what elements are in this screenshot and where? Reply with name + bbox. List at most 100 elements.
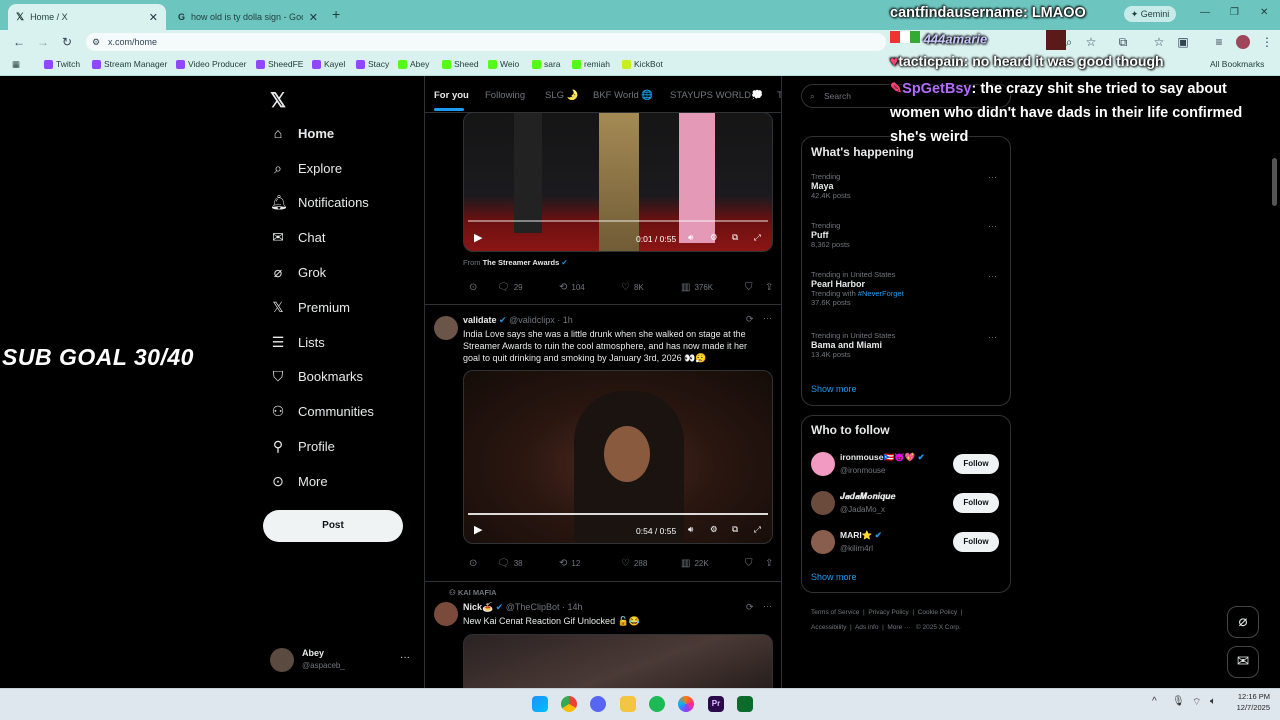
fullscreen-icon[interactable]: ⤢ — [754, 232, 761, 243]
speaker-icon[interactable]: 🔈︎ — [1210, 696, 1216, 707]
wifi-icon[interactable]: ⌔ — [1192, 696, 1201, 709]
pip-icon[interactable]: ⧉ — [732, 524, 738, 535]
minimize-icon[interactable]: — — [1200, 7, 1210, 18]
show-more-link[interactable]: Show more — [811, 384, 857, 394]
grok-action-icon[interactable]: ⊙ — [469, 282, 477, 293]
reply-count[interactable]: 🗨︎ 38 — [497, 558, 523, 569]
video-player[interactable]: ▶ 0:01 / 0:55 🔊︎ ⚙ ⧉ ⤢ — [463, 112, 773, 252]
settings-icon[interactable]: ⚙ — [710, 232, 718, 243]
share-icon[interactable]: ⇪ — [765, 558, 773, 569]
folder-icon[interactable] — [620, 696, 636, 712]
avatar[interactable] — [434, 316, 458, 340]
site-info-icon[interactable]: ⚙ — [92, 33, 100, 51]
tab-home-x[interactable]: 𝕏 Home / X ✕ — [8, 4, 166, 30]
follow-name[interactable]: ironmouse🇵🇷😈💖 ✔ — [840, 452, 925, 463]
profile-avatar[interactable] — [1236, 35, 1250, 49]
trend-item[interactable]: Trending Maya 42.4K posts — [811, 172, 851, 200]
trend-item[interactable]: Trending Puff 8,362 posts — [811, 221, 850, 249]
spotify-icon[interactable] — [649, 696, 665, 712]
nav-lists[interactable]: ☰ Lists — [270, 334, 325, 351]
like-count[interactable]: ♡ 288 — [621, 558, 647, 569]
tab-bkf-world[interactable]: BKF World 🌐 — [593, 90, 653, 101]
mic-icon[interactable]: 🎙︎ — [1172, 696, 1185, 707]
copilot-icon[interactable] — [678, 696, 694, 712]
play-icon[interactable]: ▶ — [474, 523, 482, 536]
gemini-button[interactable]: ✦ Gemini — [1124, 6, 1176, 22]
volume-icon[interactable]: 🔊︎ — [688, 232, 693, 243]
close-window-icon[interactable]: ✕ — [1260, 7, 1268, 18]
nav-more[interactable]: ⊙ More — [270, 473, 328, 490]
bookmark-item[interactable]: KickBot — [622, 59, 663, 69]
post-time[interactable]: · 1h — [557, 315, 573, 325]
messages-float-icon[interactable]: ✉ — [1227, 646, 1259, 678]
settings-icon[interactable]: ⚙ — [710, 524, 718, 535]
account-menu-icon[interactable]: ··· — [400, 652, 410, 663]
pip-icon[interactable]: ⧉ — [732, 232, 738, 243]
post-menu-icon[interactable]: ··· — [763, 601, 772, 611]
footer-link[interactable]: More ··· — [887, 624, 910, 631]
avatar[interactable] — [811, 452, 835, 476]
nav-chat[interactable]: ✉ Chat — [270, 229, 325, 246]
footer-link[interactable]: Cookie Policy — [918, 609, 957, 616]
avatar[interactable] — [434, 602, 458, 626]
repost-count[interactable]: ⟲ 104 — [559, 282, 585, 293]
tab-google-search[interactable]: G how old is ty dolla sign - Goog ✕ — [170, 4, 326, 30]
community-context[interactable]: ⚇ KAI MAFIA — [449, 588, 497, 597]
scrollbar[interactable] — [1272, 158, 1277, 206]
trend-menu-icon[interactable]: ··· — [988, 271, 997, 281]
reload-icon[interactable]: ↻ — [60, 35, 74, 49]
progress-bar[interactable] — [468, 513, 768, 515]
apps-icon[interactable]: ▦ — [12, 59, 20, 70]
fullscreen-icon[interactable]: ⤢ — [754, 524, 761, 535]
clock[interactable]: 12:16 PM 12/7/2025 — [1226, 691, 1270, 713]
nav-home[interactable]: ⌂ Home — [270, 125, 334, 141]
x-logo-icon[interactable]: 𝕏 — [270, 88, 286, 113]
author-name[interactable]: Nick — [463, 602, 482, 612]
tab-following[interactable]: Following — [485, 90, 525, 101]
tray-chevron-icon[interactable]: ^ — [1152, 696, 1157, 707]
new-tab-icon[interactable]: + — [332, 6, 340, 22]
bookmark-item[interactable]: Sheed — [442, 59, 479, 69]
video-player[interactable]: ▶ 0:54 / 0:55 🔊︎ ⚙ ⧉ ⤢ — [463, 370, 773, 544]
nav-grok[interactable]: ⌀ Grok — [270, 264, 326, 281]
nav-communities[interactable]: ⚇ Communities — [270, 403, 374, 420]
bookmark-item[interactable]: SheedFE — [256, 59, 303, 69]
discord-icon[interactable] — [590, 696, 606, 712]
footer-link[interactable]: Privacy Policy — [868, 609, 908, 616]
follow-name[interactable]: MARI⭐ ✔ — [840, 530, 882, 541]
bookmark-action-icon[interactable]: ⛉ — [745, 558, 753, 569]
follow-handle[interactable]: @JadaMo_x — [840, 505, 885, 514]
bookmark-item[interactable]: Twitch — [44, 59, 80, 69]
avatar[interactable] — [811, 530, 835, 554]
premiere-icon[interactable]: Pr — [708, 696, 724, 712]
grok-post-icon[interactable]: ⟳ — [746, 602, 754, 613]
follow-handle[interactable]: @kilim4rl — [840, 544, 873, 553]
follow-button[interactable]: Follow — [953, 493, 999, 513]
all-bookmarks[interactable]: All Bookmarks — [1210, 59, 1264, 69]
star-icon[interactable]: ☆ — [1084, 35, 1098, 49]
nav-explore[interactable]: ⌕ Explore — [270, 160, 342, 177]
forward-icon[interactable]: → — [36, 35, 50, 49]
media-image[interactable] — [463, 634, 773, 688]
nav-bookmarks[interactable]: ⛉ Bookmarks — [270, 368, 363, 385]
extensions-icon[interactable]: ⧉ — [1116, 35, 1130, 50]
post-time[interactable]: · 14h — [562, 602, 583, 612]
bookmark-item[interactable]: Video Producer — [176, 59, 246, 69]
show-more-link[interactable]: Show more — [811, 572, 857, 582]
chrome-icon[interactable] — [561, 696, 577, 712]
reply-count[interactable]: 🗨︎ 29 — [497, 282, 523, 293]
bookmark-item[interactable]: Abey — [398, 59, 429, 69]
bookmark-item[interactable]: sara — [532, 59, 561, 69]
bookmark-star-icon[interactable]: ☆ — [1152, 35, 1166, 49]
view-count[interactable]: ▥ 376K — [681, 282, 713, 293]
repost-count[interactable]: ⟲ 12 — [559, 558, 580, 569]
menu-icon[interactable]: ⋮ — [1260, 35, 1274, 49]
author-handle[interactable]: @TheClipBot — [506, 602, 560, 612]
follow-button[interactable]: Follow — [953, 454, 999, 474]
tab-for-you[interactable]: For you — [434, 90, 469, 101]
bookmark-item[interactable]: remiah — [572, 59, 610, 69]
trend-item[interactable]: Trending in United States Bama and Miami… — [811, 331, 895, 359]
app-icon[interactable] — [737, 696, 753, 712]
maximize-icon[interactable]: ❐ — [1230, 7, 1239, 18]
bookmark-item[interactable]: Stream Manager — [92, 59, 167, 69]
